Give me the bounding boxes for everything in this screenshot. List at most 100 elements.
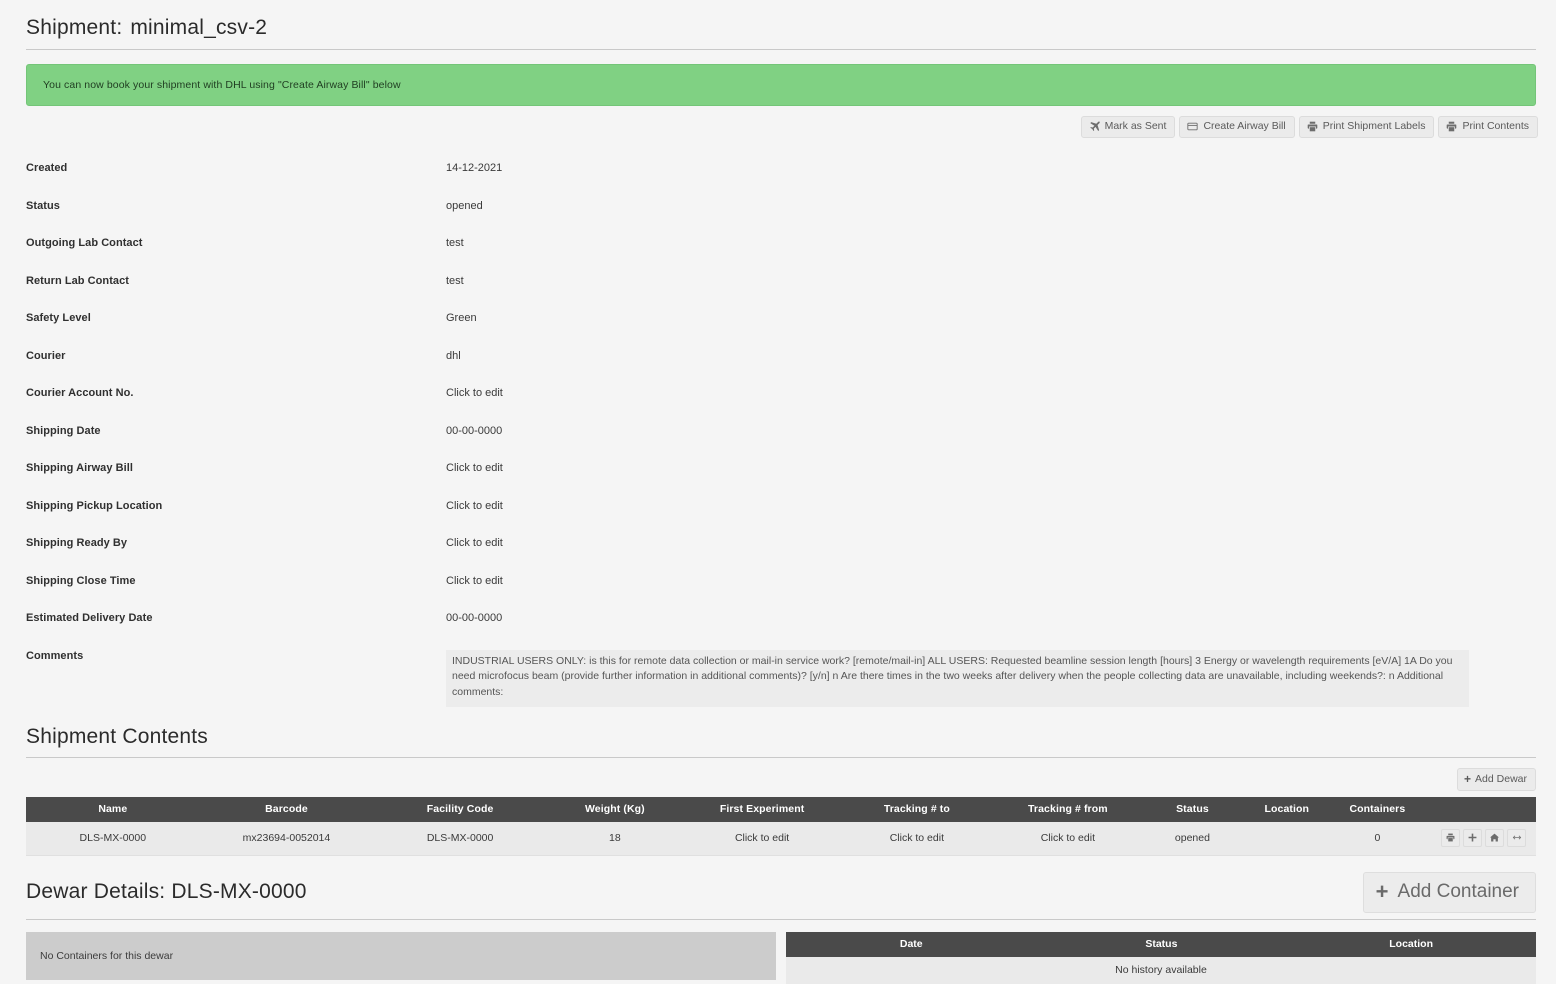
detail-row-status: Status opened [26,188,1536,226]
arrows-horizontal-icon [1512,833,1522,842]
column-header-location: Location [1286,931,1536,957]
no-containers-panel: No Containers for this dewar [26,931,776,980]
column-header-name: Name [26,796,200,822]
dewar-details-divider [26,918,1536,920]
detail-row-estimated-delivery-date: Estimated Delivery Date 00-00-0000 [26,600,1536,638]
printer-icon [1307,121,1318,132]
detail-value-status: opened [446,199,483,212]
detail-label: Shipping Ready By [26,537,128,549]
print-contents-button[interactable]: Print Contents [1438,116,1538,138]
dewar-history-table: Date Status Location No history availabl… [786,931,1536,984]
detail-label-comments: Comments [26,649,84,662]
detail-row-courier: Courier dhl [26,338,1536,376]
detail-row-return-lab-contact: Return Lab Contact test [26,263,1536,301]
add-container-button[interactable]: + Add Container [1362,871,1536,913]
table-row[interactable]: DLS-MX-0000 mx23694-0052014 DLS-MX-0000 … [26,821,1536,856]
detail-row-shipping-close-time: Shipping Close Time Click to edit [26,563,1536,601]
dewar-details-header: Dewar Details: DLS-MX-0000 + Add Contain… [26,871,1536,913]
add-dewar-label: Add Dewar [1475,772,1527,785]
column-header-first-experiment: First Experiment [682,796,842,822]
create-airway-bill-button[interactable]: Create Airway Bill [1179,116,1295,138]
no-containers-message: No Containers for this dewar [40,949,174,962]
detail-label: Outgoing Lab Contact [26,237,143,249]
column-header-date: Date [786,931,1037,957]
detail-label: Status [26,199,60,212]
plus-icon: + [1464,771,1472,786]
dewar-details-body: No Containers for this dewar Date Status… [26,931,1536,984]
detail-label: Shipping Airway Bill [26,462,133,474]
detail-row-courier-account-no: Courier Account No. Click to edit [26,375,1536,413]
column-header-weight: Weight (Kg) [546,796,683,822]
comments-value[interactable]: INDUSTRIAL USERS ONLY: is this for remot… [446,649,1469,707]
page-title-label: Shipment: [26,16,123,39]
shipment-contents-title: Shipment Contents [26,724,209,748]
detail-label: Estimated Delivery Date [26,612,153,624]
column-header-containers: Containers [1332,796,1423,822]
shipment-page: Shipment: minimal_csv-2 You can now book … [0,0,1556,984]
detail-label: Courier [26,349,66,362]
dewar-history-panel: Date Status Location No history availabl… [786,931,1536,984]
cell-location [1241,821,1333,856]
card-icon [1187,121,1199,132]
detail-value-shipping-airway-bill[interactable]: Click to edit [446,450,1536,474]
table-header-row: Name Barcode Facility Code Weight (Kg) F… [26,796,1536,822]
detail-row-safety-level: Safety Level Green [26,300,1536,338]
print-dewar-button[interactable] [1441,828,1460,847]
detail-row-shipping-ready-by: Shipping Ready By Click to edit [26,525,1536,563]
history-empty-message: No history available [786,956,1536,984]
shipment-contents-section: Shipment Contents + Add Dewar Name Barco… [26,725,1536,856]
column-header-barcode: Barcode [199,796,374,822]
mark-as-sent-button[interactable]: Mark as Sent [1080,116,1176,138]
detail-value-shipping-ready-by[interactable]: Click to edit [446,525,1536,549]
shipment-details: Created 14-12-2021 Status opened Outgoin… [0,150,1556,707]
detail-value-safety-level: Green [446,312,477,324]
column-header-actions [1422,796,1536,822]
print-shipment-labels-button[interactable]: Print Shipment Labels [1298,116,1435,138]
print-contents-label: Print Contents [1462,120,1529,133]
detail-value-shipping-date[interactable]: 00-00-0000 [446,413,1536,437]
printer-icon [1446,121,1457,132]
history-empty-row: No history available [786,956,1536,984]
detail-value-return-lab-contact: test [446,274,464,287]
plus-icon: + [1375,878,1389,904]
column-header-tracking-from: Tracking # from [992,796,1144,822]
title-divider [26,49,1536,50]
home-icon [1490,833,1499,842]
cell-tracking-from[interactable]: Click to edit [992,821,1144,856]
detail-label: Shipping Date [26,424,101,437]
shipment-contents-table: Name Barcode Facility Code Weight (Kg) F… [26,796,1536,856]
detail-value-shipping-pickup-location[interactable]: Click to edit [446,488,1536,512]
detail-value-shipping-close-time[interactable]: Click to edit [446,563,1536,587]
detail-value-courier: dhl [446,349,461,362]
detail-value-estimated-delivery-date[interactable]: 00-00-0000 [446,600,1536,624]
detail-value-created: 14-12-2021 [446,162,503,174]
cell-first-experiment[interactable]: Click to edit [682,821,842,856]
plus-icon [1468,833,1477,842]
cell-actions [1422,821,1536,856]
cell-weight: 18 [546,821,683,856]
detail-label: Courier Account No. [26,387,134,399]
dewar-details-title: Dewar Details: DLS-MX-0000 [26,880,307,904]
add-container-row-button[interactable] [1463,828,1482,847]
detail-value-courier-account-no[interactable]: Click to edit [446,375,1536,399]
shipment-toolbar: Mark as Sent Create Airway Bill Print Sh… [0,106,1556,138]
detail-label: Shipping Close Time [26,574,136,587]
cell-containers: 0 [1332,821,1423,856]
detail-row-created: Created 14-12-2021 [26,150,1536,188]
column-header-status: Status [1143,796,1242,822]
detail-label: Created [26,162,68,174]
cell-tracking-to[interactable]: Click to edit [841,821,993,856]
transfer-button[interactable] [1507,828,1526,847]
detail-row-shipping-date: Shipping Date 00-00-0000 [26,413,1536,451]
cell-barcode: mx23694-0052014 [199,821,374,856]
cell-facility-code: DLS-MX-0000 [373,821,547,856]
dewar-name: DLS-MX-0000 [171,880,307,904]
detail-value-outgoing-lab-contact: test [446,237,464,249]
page-title: Shipment: minimal_csv-2 [0,0,1556,49]
add-dewar-button[interactable]: + Add Dewar [1457,767,1536,791]
shipment-name: minimal_csv-2 [130,16,268,39]
history-header-row: Date Status Location [786,931,1536,957]
home-button[interactable] [1485,828,1504,847]
dewar-details-label: Dewar Details: [26,880,166,904]
print-shipment-labels-label: Print Shipment Labels [1322,120,1426,133]
